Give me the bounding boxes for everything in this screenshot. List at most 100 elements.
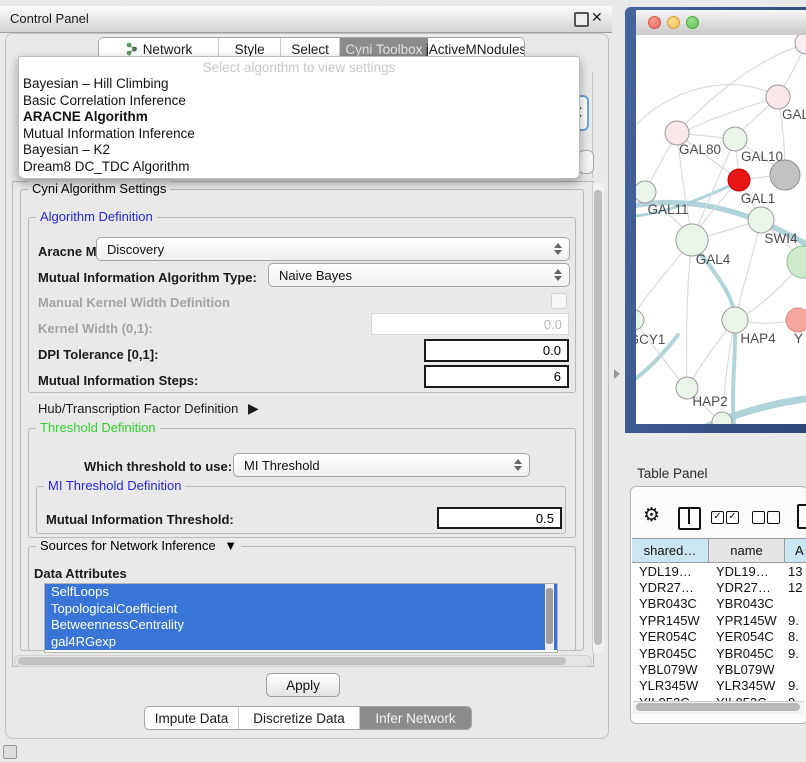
table-row[interactable]: YLR345WYLR345W9.: [632, 678, 806, 694]
algorithm-option-mutual-information[interactable]: Mutual Information Inference: [19, 126, 579, 143]
minimize-traffic-light-icon[interactable]: [667, 16, 680, 29]
checked-checkbox-icon[interactable]: ✓: [711, 511, 724, 524]
cell: 13: [785, 564, 806, 579]
sources-title-text: Sources for Network Inference: [40, 538, 216, 553]
mi-threshold-field[interactable]: 0.5: [437, 507, 562, 529]
network-node[interactable]: [786, 308, 806, 332]
network-node[interactable]: [636, 310, 644, 330]
table-row[interactable]: YDL19…YDL19…13: [632, 563, 806, 579]
float-window-icon[interactable]: [574, 12, 589, 27]
algorithm-option-basic-correlation[interactable]: Basic Correlation Inference: [19, 93, 579, 110]
attribute-item-selfloops[interactable]: SelfLoops: [45, 584, 557, 601]
mi-steps-label: Mutual Information Steps:: [38, 373, 198, 388]
kernel-width-field[interactable]: 0.0: [371, 313, 569, 335]
network-node[interactable]: [636, 181, 656, 203]
table-row[interactable]: YPR145WYPR145W9.: [632, 612, 806, 628]
network-edge[interactable]: [737, 220, 761, 315]
network-node[interactable]: [787, 246, 806, 278]
cell: YDR27…: [632, 580, 709, 595]
table-row[interactable]: YER054CYER054C8.: [632, 629, 806, 645]
column-header-shared-name[interactable]: shared…: [632, 539, 709, 562]
threshold-definition-title: Threshold Definition: [36, 420, 160, 435]
cell: 8.: [785, 629, 806, 644]
dock-panel-icon[interactable]: [3, 745, 17, 759]
panel-divider-handle[interactable]: [614, 369, 620, 379]
network-edge[interactable]: [636, 85, 778, 130]
close-icon[interactable]: ✕: [591, 9, 603, 26]
table-row[interactable]: YBR043CYBR043C: [632, 596, 806, 612]
network-graph[interactable]: GALGAL80GAL10GAL1GAL11SWI4GAL4GCY1HAP4YH…: [636, 35, 806, 424]
network-node[interactable]: [770, 160, 800, 190]
dpi-tolerance-field[interactable]: 0.0: [424, 339, 569, 362]
aracne-mode-select[interactable]: Discovery: [96, 237, 570, 261]
network-canvas[interactable]: GALGAL80GAL10GAL1GAL11SWI4GAL4GCY1HAP4YH…: [636, 35, 806, 424]
dpi-tolerance-label: DPI Tolerance [0,1]:: [38, 347, 158, 362]
network-edge[interactable]: [688, 97, 778, 130]
unchecked-checkbox-icon[interactable]: [767, 511, 780, 524]
table-row[interactable]: YDR27…YDR27…12: [632, 579, 806, 595]
settings-vertical-scrollbar-thumb[interactable]: [594, 190, 602, 645]
checked-checkbox-icon[interactable]: ✓: [726, 511, 739, 524]
network-node[interactable]: [723, 127, 747, 151]
network-node-label: GAL11: [647, 202, 688, 217]
algorithm-option-bayesian-hill-climbing[interactable]: Bayesian – Hill Climbing: [19, 76, 579, 93]
hub-definition-label: Hub/Transcription Factor Definition: [38, 401, 238, 416]
algorithm-option-dream8[interactable]: Dream8 DC_TDC Algorithm: [19, 159, 579, 176]
gear-icon[interactable]: ⚙: [643, 504, 660, 527]
attribute-item-topologicalcoefficient[interactable]: TopologicalCoefficient: [45, 601, 557, 618]
network-node-label: GAL4: [696, 252, 731, 267]
attributes-scrollbar[interactable]: [545, 584, 554, 650]
mi-steps-field[interactable]: 6: [424, 365, 569, 388]
document-icon[interactable]: [797, 504, 806, 529]
mi-threshold-group-title: MI Threshold Definition: [44, 478, 185, 493]
columns-icon[interactable]: [678, 507, 701, 530]
mi-threshold-label: Mutual Information Threshold:: [46, 512, 234, 527]
cell: YBL079W: [709, 662, 785, 677]
attribute-item-gal4rgexp[interactable]: gal4RGexp: [45, 634, 557, 651]
tab-infer-network[interactable]: Infer Network: [360, 707, 471, 729]
table-row[interactable]: YBL079WYBL079W: [632, 661, 806, 677]
bottom-tabbar: Impute Data Discretize Data Infer Networ…: [144, 706, 472, 730]
network-edge[interactable]: [687, 240, 692, 383]
manual-kernel-checkbox[interactable]: [551, 293, 567, 309]
network-node[interactable]: [712, 412, 732, 424]
table-row[interactable]: YBR045CYBR045C9.: [632, 645, 806, 661]
mi-type-label: Mutual Information Algorithm Type:: [38, 270, 257, 285]
table-horizontal-scrollbar-thumb[interactable]: [636, 703, 800, 711]
cell: 9.: [785, 678, 806, 693]
cell: YDL19…: [632, 564, 709, 579]
apply-button-label: Apply: [286, 678, 320, 693]
network-node[interactable]: [722, 307, 748, 333]
network-node[interactable]: [795, 35, 806, 54]
attribute-item-betweennesscentrality[interactable]: BetweennessCentrality: [45, 617, 557, 634]
disclosure-down-icon[interactable]: ▼: [224, 538, 237, 553]
cell: 12: [785, 580, 806, 595]
tab-impute-data-label: Impute Data: [155, 711, 229, 726]
unchecked-checkbox-icon[interactable]: [752, 511, 765, 524]
column-header-name[interactable]: name: [709, 539, 785, 562]
table-panel-title: Table Panel: [637, 466, 708, 481]
network-node[interactable]: [766, 85, 790, 109]
network-node-label: GAL80: [679, 142, 721, 157]
table-body: YDL19…YDL19…13 YDR27…YDR27…12 YBR043CYBR…: [632, 563, 806, 701]
hub-definition-disclosure[interactable]: Hub/Transcription Factor Definition ▶: [38, 400, 259, 417]
algorithm-option-aracne[interactable]: ARACNE Algorithm: [19, 109, 579, 126]
dpi-tolerance-value: 0.0: [543, 343, 561, 358]
cell: YER054C: [709, 629, 785, 644]
algorithm-option-bayesian-k2[interactable]: Bayesian – K2: [19, 142, 579, 159]
attributes-scrollbar-thumb[interactable]: [546, 588, 553, 644]
apply-button[interactable]: Apply: [266, 673, 340, 697]
algorithm-popup-placeholder: Select algorithm to view settings: [19, 57, 579, 76]
tab-discretize-data[interactable]: Discretize Data: [239, 707, 360, 729]
which-threshold-select[interactable]: MI Threshold: [233, 453, 530, 477]
tab-impute-data[interactable]: Impute Data: [145, 707, 239, 729]
column-header-clipped[interactable]: A: [785, 539, 806, 562]
network-node[interactable]: [728, 169, 750, 191]
network-edge[interactable]: [733, 322, 735, 424]
table-row[interactable]: YIL052CYIL052C9: [632, 694, 806, 701]
network-node[interactable]: [748, 207, 774, 233]
settings-horizontal-scrollbar-thumb[interactable]: [18, 657, 566, 665]
close-traffic-light-icon[interactable]: [648, 16, 661, 29]
mi-type-select[interactable]: Naive Bayes: [268, 263, 570, 287]
zoom-traffic-light-icon[interactable]: [686, 16, 699, 29]
